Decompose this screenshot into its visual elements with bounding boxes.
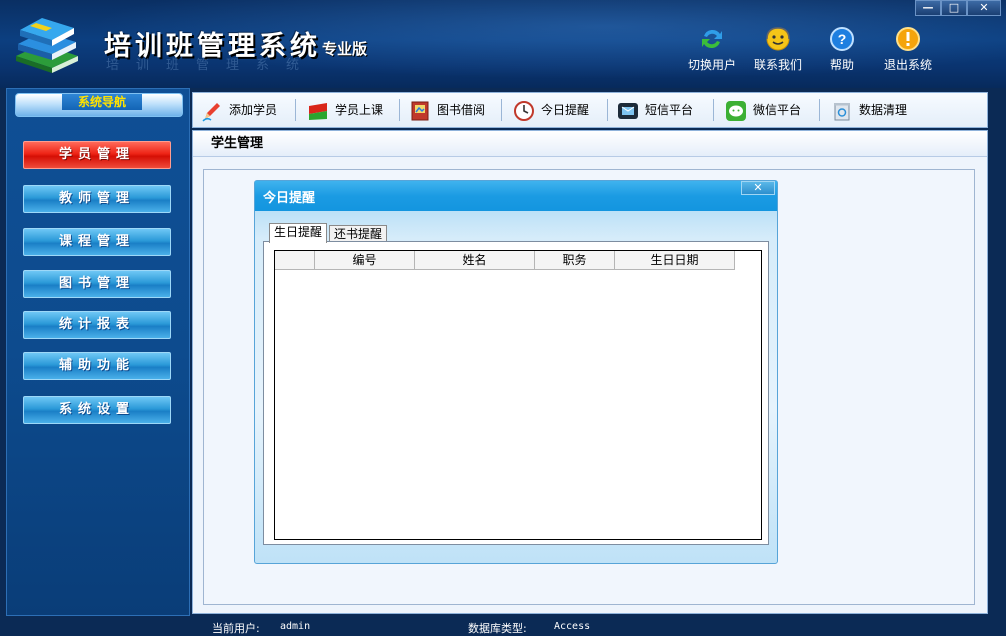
toolbar-divider [713, 99, 714, 121]
exit-system-label: 退出系统 [883, 58, 932, 72]
help-button[interactable]: ? 帮助 [812, 26, 872, 73]
column-header-position[interactable]: 职务 [535, 251, 615, 270]
toolbar: 添加学员 学员上课 图书借阅 今日提醒 短信平台 微信平台 数据清理 [192, 92, 988, 128]
today-reminder-button[interactable]: 今日提醒 [513, 93, 589, 127]
dialog-titlebar[interactable]: 今日提醒 ✕ [255, 181, 777, 211]
toolbar-divider [501, 99, 502, 121]
switch-user-icon [702, 29, 722, 49]
nav-statistics-report[interactable]: 统计报表 [23, 311, 171, 339]
svg-text:?: ? [838, 31, 847, 47]
book-borrow-label: 图书借阅 [437, 103, 486, 117]
trash-icon [834, 102, 850, 120]
app-edition: 专业版 [322, 40, 368, 58]
sms-platform-label: 短信平台 [645, 103, 694, 117]
nav-course-management[interactable]: 课程管理 [23, 228, 171, 256]
contact-us-label: 联系我们 [753, 58, 802, 72]
flag-icon [309, 102, 327, 120]
help-label: 帮助 [829, 58, 854, 72]
app-title-reflection: 培训班管理系统 [106, 58, 317, 73]
database-type-value: Access [554, 621, 591, 632]
current-user-label: 当前用户: [212, 622, 260, 635]
nav-system-settings[interactable]: 系统设置 [23, 396, 171, 424]
contact-icon [766, 27, 790, 51]
maximize-button[interactable]: □ [941, 0, 967, 16]
database-type-label: 数据库类型: [468, 622, 527, 635]
grid-row-header-cell [275, 251, 315, 270]
help-icon: ? [830, 27, 854, 51]
switch-user-button[interactable]: 切换用户 [682, 26, 742, 73]
column-header-birthday[interactable]: 生日日期 [615, 251, 735, 270]
pen-icon [202, 102, 220, 122]
add-student-button[interactable]: 添加学员 [201, 93, 277, 127]
sms-platform-button[interactable]: 短信平台 [617, 93, 693, 127]
tab-birthday-reminder[interactable]: 生日提醒 [269, 223, 328, 243]
minimize-button[interactable]: — [915, 0, 941, 16]
switch-user-label: 切换用户 [687, 58, 736, 72]
nav-header: 系统导航 [15, 93, 183, 117]
toolbar-divider [295, 99, 296, 121]
data-cleanup-label: 数据清理 [859, 103, 908, 117]
wechat-platform-label: 微信平台 [753, 103, 802, 117]
nav-student-management[interactable]: 学员管理 [23, 141, 171, 169]
close-button[interactable]: ✕ [967, 0, 1001, 16]
page-title: 学生管理 [193, 131, 987, 157]
grid-header: 编号 姓名 职务 生日日期 [275, 251, 737, 271]
column-header-name[interactable]: 姓名 [415, 251, 535, 270]
nav-book-management[interactable]: 图书管理 [23, 270, 171, 298]
nav-teacher-management[interactable]: 教师管理 [23, 185, 171, 213]
clock-icon [514, 100, 534, 121]
dialog-title: 今日提醒 [263, 191, 316, 206]
toolbar-divider [607, 99, 608, 121]
today-reminder-dialog: 今日提醒 ✕ 生日提醒 还书提醒 编号 姓名 职务 生日日期 [254, 180, 778, 564]
nav-auxiliary-functions[interactable]: 辅助功能 [23, 352, 171, 380]
student-class-label: 学员上课 [335, 103, 384, 117]
left-nav-panel: 系统导航 学员管理 教师管理 课程管理 图书管理 统计报表 辅助功能 系统设置 [6, 88, 190, 616]
wechat-platform-button[interactable]: 微信平台 [725, 93, 801, 127]
column-header-id[interactable]: 编号 [315, 251, 415, 270]
book-icon [411, 101, 429, 120]
current-user-value: admin [280, 621, 311, 632]
reminder-grid[interactable]: 编号 姓名 职务 生日日期 [274, 250, 762, 540]
books-logo-icon [16, 18, 78, 73]
today-reminder-label: 今日提醒 [541, 103, 590, 117]
contact-us-button[interactable]: 联系我们 [748, 26, 808, 73]
toolbar-divider [819, 99, 820, 121]
wechat-icon [726, 100, 746, 121]
student-class-button[interactable]: 学员上课 [307, 93, 383, 127]
status-bar: 当前用户: admin 数据库类型: Access [0, 616, 1006, 636]
sms-icon [618, 102, 638, 119]
dialog-close-button[interactable]: ✕ [741, 181, 775, 195]
exit-system-button[interactable]: 退出系统 [878, 26, 938, 73]
toolbar-divider [399, 99, 400, 121]
title-bar: 培训班管理系统 培训班管理系统 专业版 — □ ✕ 切换用户 联系我们 ? 帮助 [0, 0, 1006, 88]
nav-header-label: 系统导航 [62, 94, 142, 110]
data-cleanup-button[interactable]: 数据清理 [831, 93, 907, 127]
tab-panel: 编号 姓名 职务 生日日期 [263, 241, 769, 545]
add-student-label: 添加学员 [229, 103, 278, 117]
book-borrow-button[interactable]: 图书借阅 [409, 93, 485, 127]
exit-icon [896, 27, 920, 51]
